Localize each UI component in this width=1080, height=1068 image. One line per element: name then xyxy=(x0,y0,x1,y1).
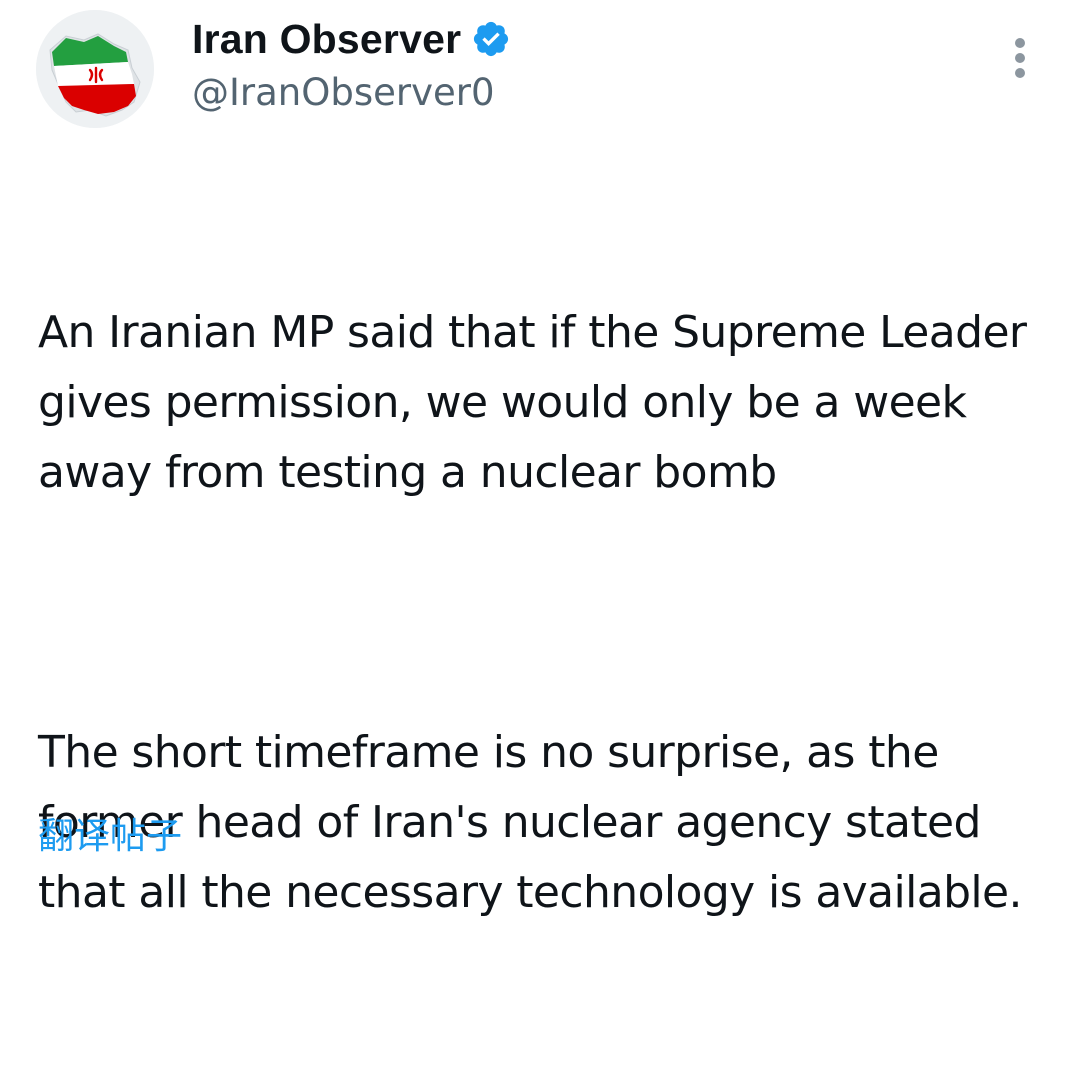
author-avatar[interactable] xyxy=(36,10,154,128)
iran-map-flag-icon xyxy=(36,10,154,128)
author-display-name[interactable]: Iran Observer xyxy=(192,16,461,63)
tweet-card: Iran Observer @IranObserver0 An Iranian … xyxy=(0,0,1080,918)
tweet-paragraph: The short timeframe is no surprise, as t… xyxy=(38,727,1023,918)
more-options-button[interactable] xyxy=(1004,36,1036,80)
more-dot-icon xyxy=(1015,68,1025,78)
translate-post-link[interactable]: 翻译帖子 xyxy=(38,812,182,862)
tweet-text: An Iranian MP said that if the Supreme L… xyxy=(38,158,1048,1068)
author-handle[interactable]: @IranObserver0 xyxy=(192,70,495,116)
tweet-paragraph: An Iranian MP said that if the Supreme L… xyxy=(38,307,1040,498)
more-dot-icon xyxy=(1015,38,1025,48)
author-name-row: Iran Observer xyxy=(192,14,511,64)
verified-badge-icon xyxy=(474,21,509,57)
more-dot-icon xyxy=(1015,53,1025,63)
